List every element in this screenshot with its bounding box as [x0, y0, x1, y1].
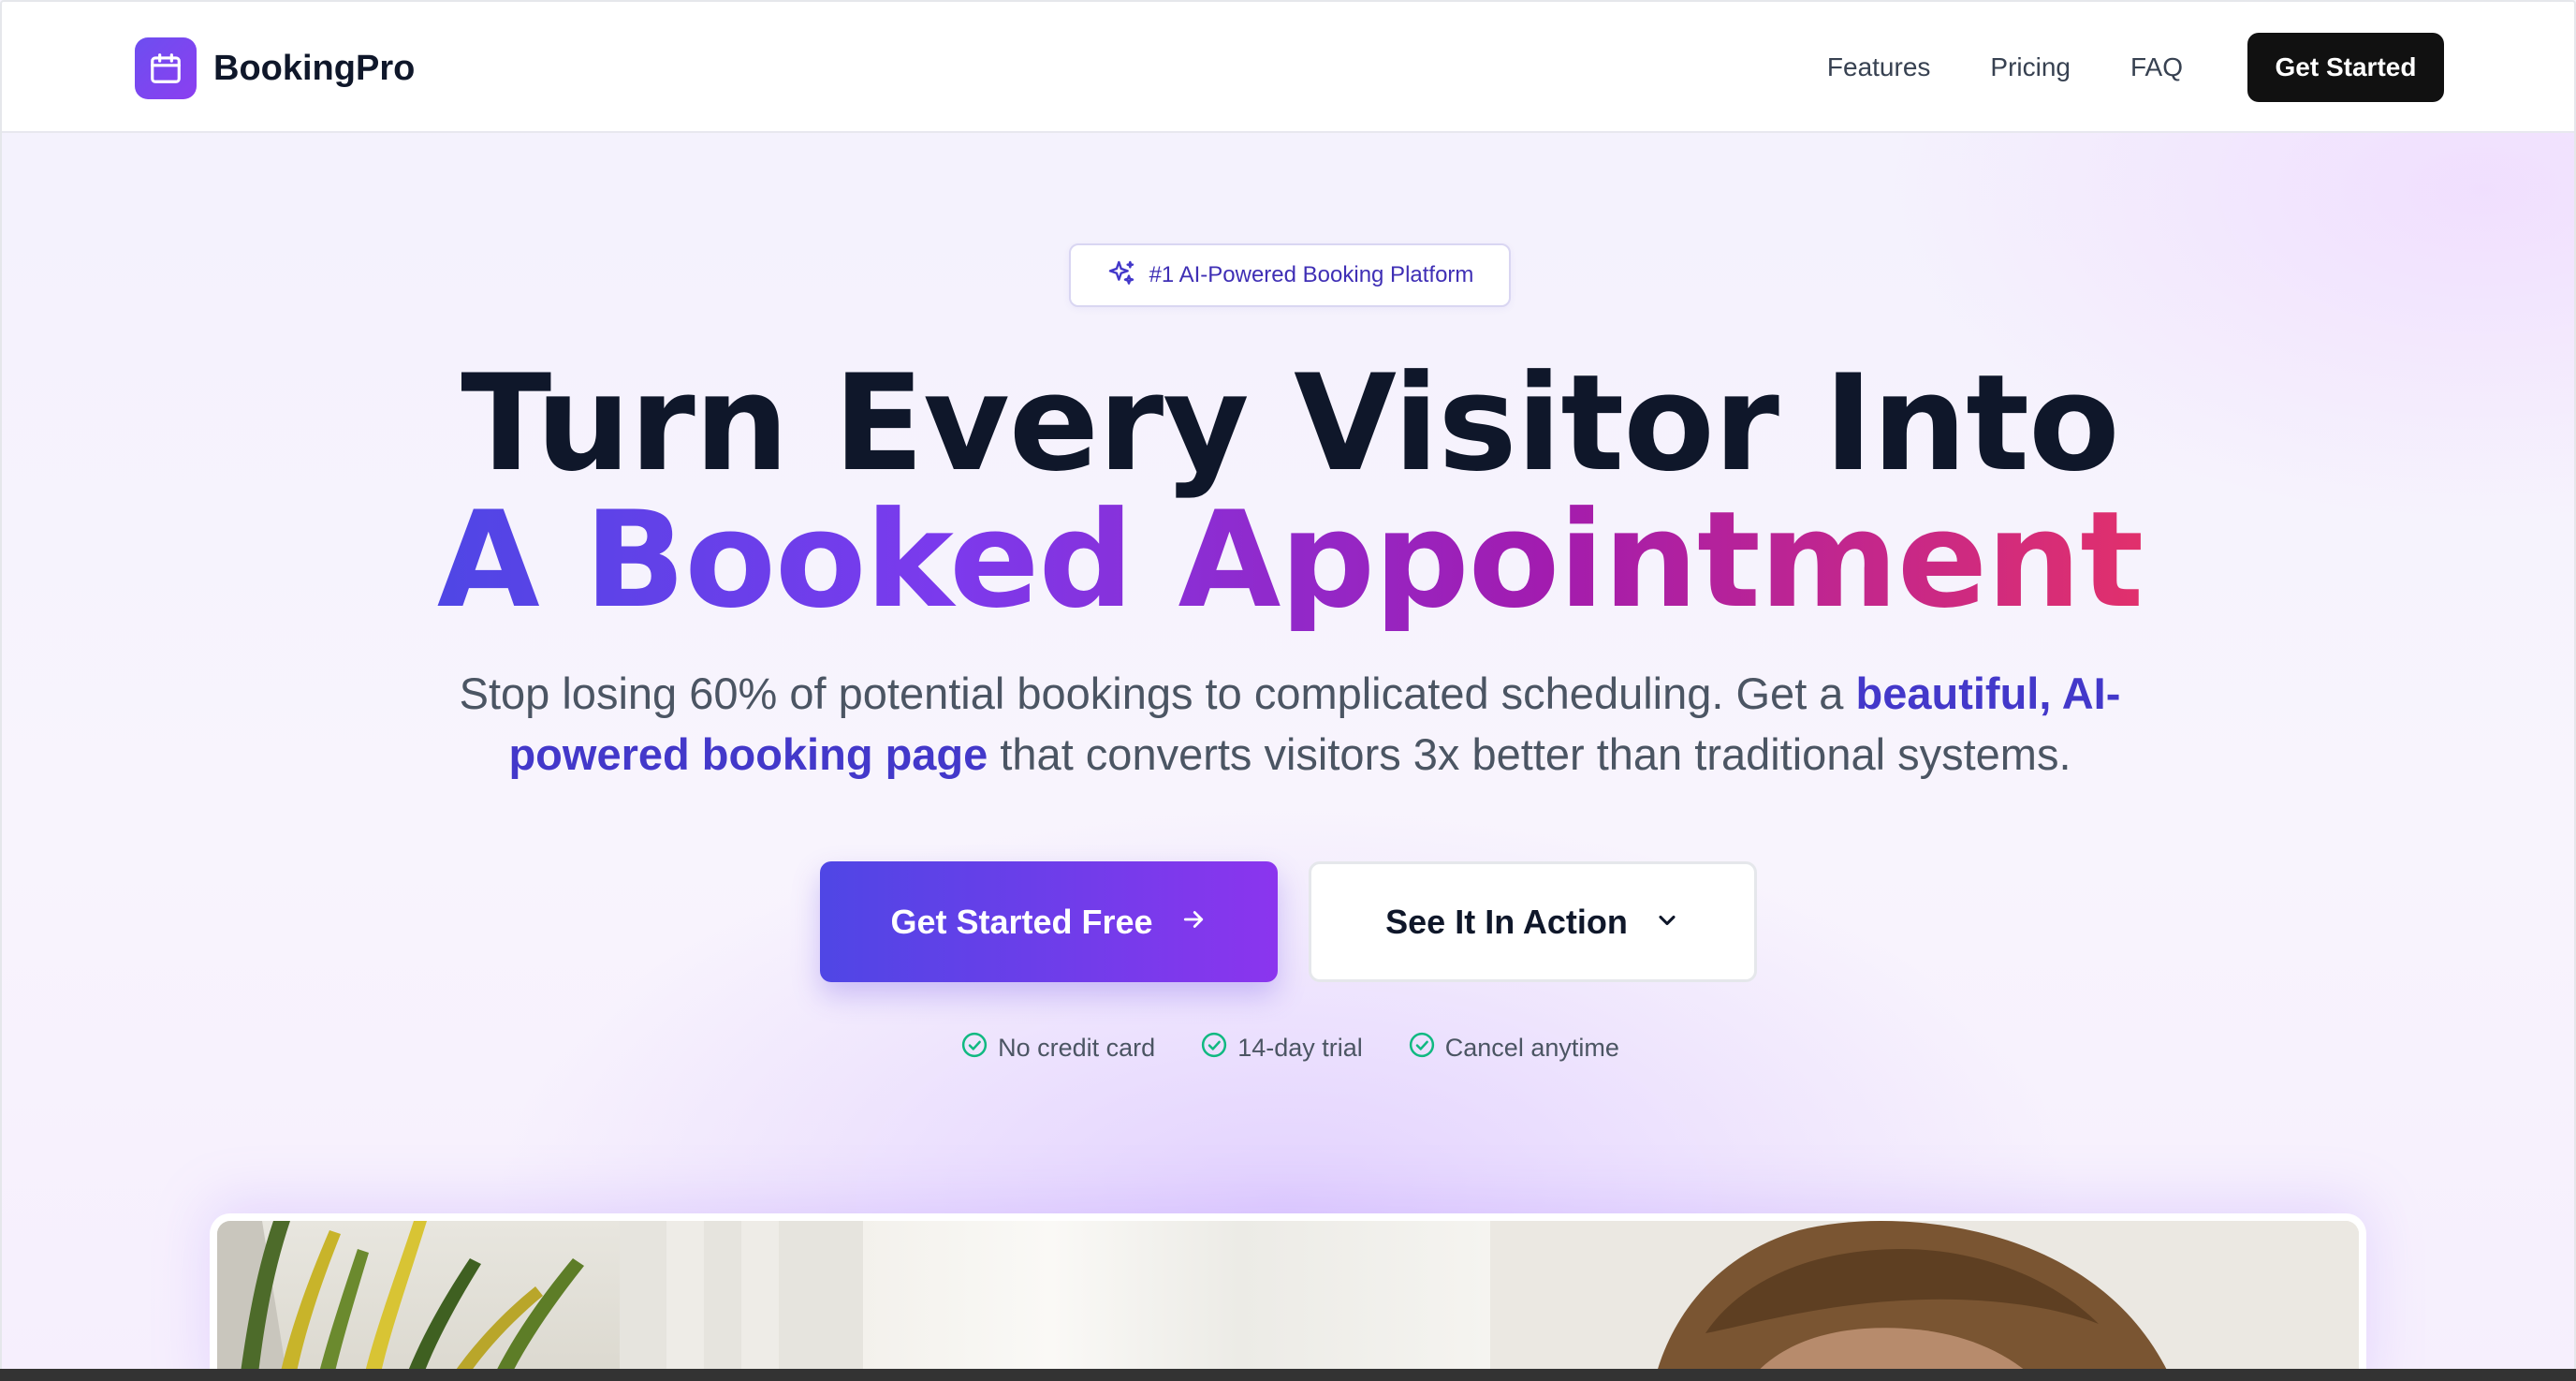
platform-badge: #1 AI-Powered Booking Platform	[1069, 243, 1511, 307]
chevron-down-icon	[1654, 903, 1680, 942]
calendar-icon	[135, 37, 197, 99]
trust-item: 14-day trial	[1200, 1031, 1363, 1065]
trust-item: Cancel anytime	[1408, 1031, 1619, 1065]
hero-headline: Turn Every Visitor Into A Booked Appoint…	[2, 346, 2574, 638]
page: BookingPro Features Pricing FAQ Get Star…	[0, 0, 2576, 1381]
nav-links: Features Pricing FAQ	[1827, 2, 2183, 133]
brand-name: BookingPro	[213, 48, 416, 88]
trust-item-label: 14-day trial	[1237, 1033, 1363, 1062]
top-navbar: BookingPro Features Pricing FAQ Get Star…	[2, 2, 2574, 133]
primary-cta-label: Get Started Free	[890, 902, 1153, 941]
trust-item: No credit card	[960, 1031, 1155, 1065]
check-circle-icon	[960, 1031, 988, 1065]
check-circle-icon	[1200, 1031, 1228, 1065]
headline-line-1: Turn Every Visitor Into	[461, 346, 2119, 501]
sparkles-icon	[1106, 258, 1136, 293]
subtext-part-1: Stop losing 60% of potential bookings to…	[459, 668, 1856, 718]
trust-indicators: No credit card 14-day trial Cancel anyti…	[2, 1027, 2574, 1068]
see-it-in-action-button[interactable]: See It In Action	[1309, 861, 1757, 982]
arrow-right-icon	[1179, 903, 1208, 942]
trust-item-label: No credit card	[998, 1033, 1156, 1062]
plant-photo-panel	[217, 1221, 863, 1379]
brand[interactable]: BookingPro	[135, 37, 415, 99]
headline-line-2: A Booked Appointment	[436, 483, 2144, 638]
badge-text: #1 AI-Powered Booking Platform	[1149, 262, 1474, 287]
trust-item-label: Cancel anytime	[1444, 1033, 1619, 1062]
nav-link-pricing[interactable]: Pricing	[1990, 52, 2071, 82]
get-started-button[interactable]: Get Started	[2247, 33, 2444, 102]
check-circle-icon	[1408, 1031, 1436, 1065]
get-started-free-button[interactable]: Get Started Free	[820, 861, 1278, 982]
nav-link-faq[interactable]: FAQ	[2130, 52, 2183, 82]
secondary-cta-label: See It In Action	[1385, 902, 1628, 941]
bottom-bar	[0, 1369, 2576, 1381]
person-photo-panel	[1490, 1221, 2359, 1379]
nav-link-features[interactable]: Features	[1827, 52, 1931, 82]
hero-subtext: Stop losing 60% of potential bookings to…	[447, 663, 2132, 785]
window-blinds-panel	[863, 1221, 1490, 1379]
hero-preview-image	[210, 1213, 2366, 1379]
subtext-part-2: that converts visitors 3x better than tr…	[988, 729, 2071, 779]
